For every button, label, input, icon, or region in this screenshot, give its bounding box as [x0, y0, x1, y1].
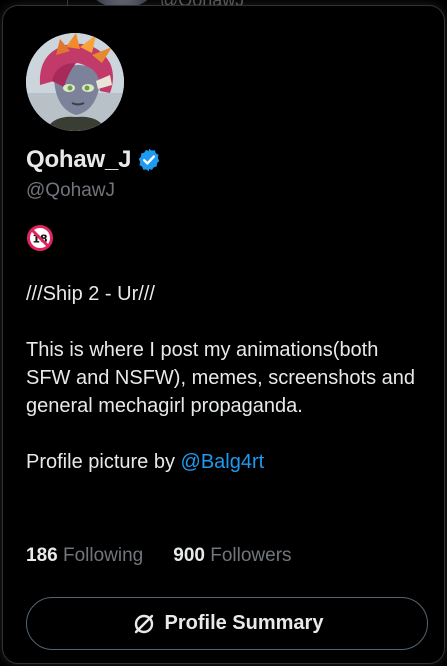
profile-avatar[interactable]: [26, 33, 124, 131]
followers-stat[interactable]: 900 Followers: [173, 545, 291, 567]
bio-line-ship: ///Ship 2 - Ur///: [26, 283, 155, 305]
followers-count: 900: [173, 545, 205, 566]
bio-credit: Profile picture by @Balg4rt: [26, 448, 426, 476]
slashed-circle-icon: [134, 614, 153, 633]
profile-summary-label: Profile Summary: [164, 612, 324, 634]
bio-credit-prefix: Profile picture by: [26, 451, 181, 473]
followers-label: Followers: [210, 545, 292, 566]
no-under-18-icon: 18: [27, 225, 53, 251]
following-stat[interactable]: 186 Following: [26, 545, 143, 567]
following-count: 186: [26, 545, 58, 566]
mecha-girl-avatar-icon: [26, 33, 124, 131]
bio-line-description: This is where I post my animations(both …: [26, 339, 416, 417]
profile-summary-button[interactable]: Profile Summary: [26, 597, 428, 650]
credit-mention-link[interactable]: @Balg4rt: [181, 451, 265, 473]
follow-stats: 186 Following 900 Followers: [26, 545, 292, 567]
following-label: Following: [62, 545, 144, 566]
profile-bio: 18 ///Ship 2 - Ur/// This is where I pos…: [26, 224, 426, 476]
profile-handle[interactable]: @QohawJ: [26, 180, 115, 202]
name-row: Qohaw_J: [26, 146, 162, 174]
verified-badge-icon[interactable]: [136, 147, 162, 173]
profile-hover-card: Qohaw_J @QohawJ 18 ///Ship 2 - Ur/// Thi…: [2, 5, 445, 664]
display-name[interactable]: Qohaw_J: [26, 146, 132, 174]
